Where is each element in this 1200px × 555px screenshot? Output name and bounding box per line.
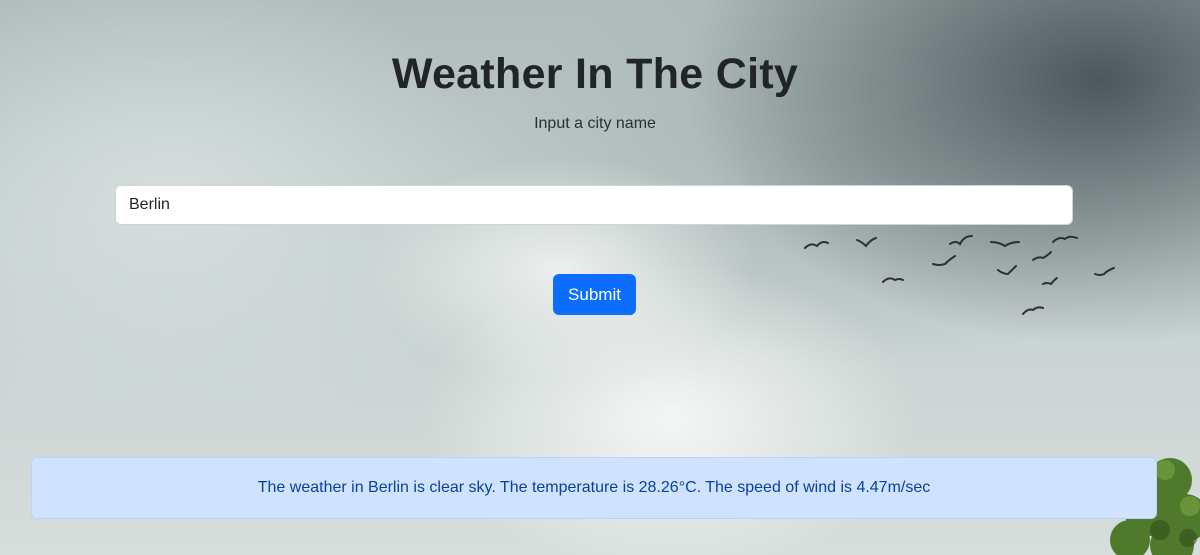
page-subtitle: Input a city name: [534, 115, 656, 132]
flying-birds-icon: [804, 235, 1115, 315]
weather-app-page: Weather In The City Input a city name Su…: [0, 0, 1200, 555]
page-title: Weather In The City: [391, 50, 799, 98]
weather-result-alert: The weather in Berlin is clear sky. The …: [31, 457, 1157, 519]
city-input[interactable]: [115, 185, 1073, 225]
weather-result-text: The weather in Berlin is clear sky. The …: [257, 479, 931, 496]
submit-button[interactable]: Submit: [553, 274, 636, 315]
